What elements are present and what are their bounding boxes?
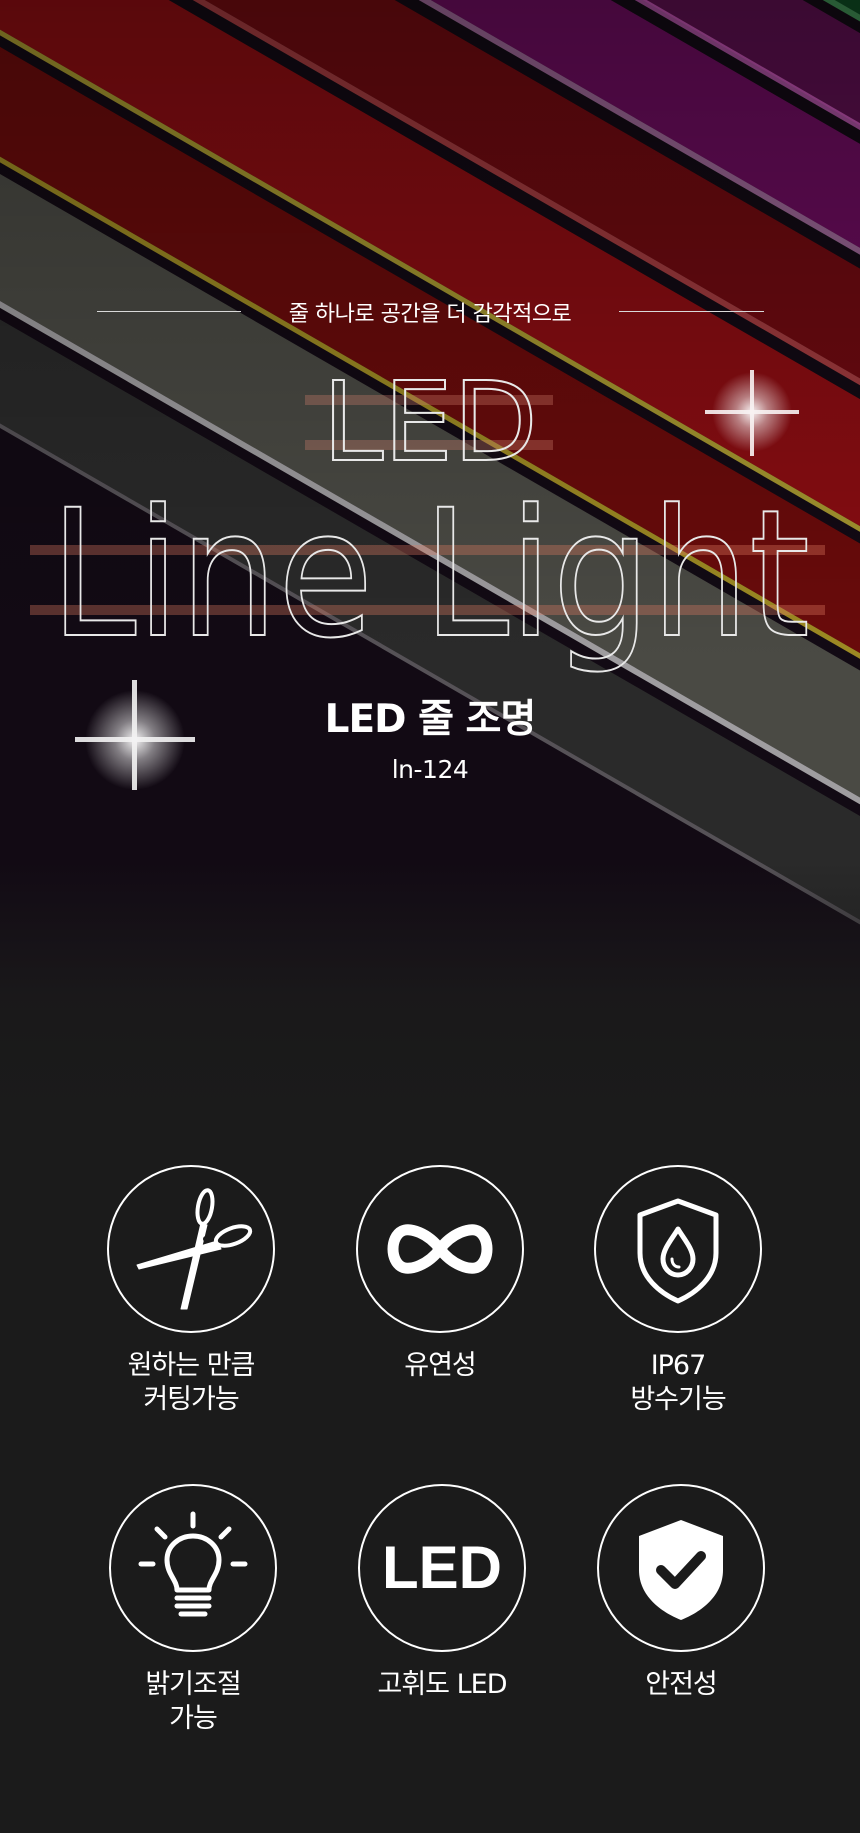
tagline-row: 줄 하나로 공간을 더 감각적으로 bbox=[0, 292, 860, 332]
feature-label-line: IP67 bbox=[650, 1350, 707, 1381]
feature-waterproof: IP67 방수기능 bbox=[558, 1165, 798, 1417]
feature-flexibility: 유연성 bbox=[320, 1165, 560, 1383]
feature-label-line: 밝기조절 bbox=[145, 1669, 241, 1700]
title-led: LED bbox=[322, 358, 538, 486]
feature-icon-circle bbox=[107, 1165, 275, 1333]
feature-safety: 안전성 bbox=[561, 1484, 801, 1702]
tagline-divider-right bbox=[619, 311, 764, 312]
led-icon-text: LED bbox=[382, 1534, 502, 1601]
product-detail-page: LED Line Light 줄 하나로 공간을 더 감각적으로 LED 줄 조… bbox=[0, 0, 860, 1833]
feature-label-line: 가능 bbox=[169, 1703, 218, 1734]
feature-label: 원하는 만큼 커팅가능 bbox=[71, 1349, 311, 1417]
shield-check-icon bbox=[639, 1520, 723, 1620]
bulb-icon bbox=[138, 1511, 248, 1617]
feature-cutting: 원하는 만큼 커팅가능 bbox=[71, 1165, 311, 1417]
led-text-icon: LED bbox=[382, 1534, 502, 1601]
feature-label-line: 커팅가능 bbox=[143, 1384, 239, 1415]
hero-section: LED Line Light 줄 하나로 공간을 더 감각적으로 LED 줄 조… bbox=[0, 0, 860, 1110]
feature-icon-circle bbox=[594, 1165, 762, 1333]
feature-label-line: 방수기능 bbox=[630, 1384, 726, 1415]
feature-high-brightness: LED 고휘도 LED bbox=[322, 1484, 562, 1702]
scissors-icon bbox=[136, 1188, 253, 1310]
feature-icon-circle bbox=[597, 1484, 765, 1652]
infinity-icon bbox=[387, 1224, 493, 1274]
feature-label: 밝기조절 가능 bbox=[73, 1668, 313, 1736]
feature-label-line: 원하는 만큼 bbox=[127, 1350, 256, 1381]
tagline: 줄 하나로 공간을 더 감각적으로 bbox=[288, 302, 572, 327]
product-name: LED 줄 조명 bbox=[324, 697, 537, 742]
feature-label-line: 유연성 bbox=[404, 1350, 477, 1381]
feature-label-line: 고휘도 LED bbox=[377, 1669, 508, 1700]
feature-label: 유연성 bbox=[320, 1349, 560, 1383]
feature-label: 안전성 bbox=[561, 1668, 801, 1702]
feature-label: IP67 방수기능 bbox=[558, 1349, 798, 1417]
hero-fade-overlay bbox=[0, 860, 860, 1110]
outline-title: LED Line Light bbox=[30, 357, 825, 678]
feature-dimmable: 밝기조절 가능 bbox=[73, 1484, 313, 1736]
feature-label-line: 안전성 bbox=[645, 1669, 718, 1700]
model-number: ln-124 bbox=[391, 755, 469, 784]
feature-label: 고휘도 LED bbox=[322, 1668, 562, 1702]
feature-icon-circle bbox=[356, 1165, 524, 1333]
water-shield-icon bbox=[637, 1198, 719, 1304]
title-line-light: Line Light bbox=[50, 472, 810, 677]
feature-icon-circle bbox=[109, 1484, 277, 1652]
feature-icon-circle: LED bbox=[358, 1484, 526, 1652]
